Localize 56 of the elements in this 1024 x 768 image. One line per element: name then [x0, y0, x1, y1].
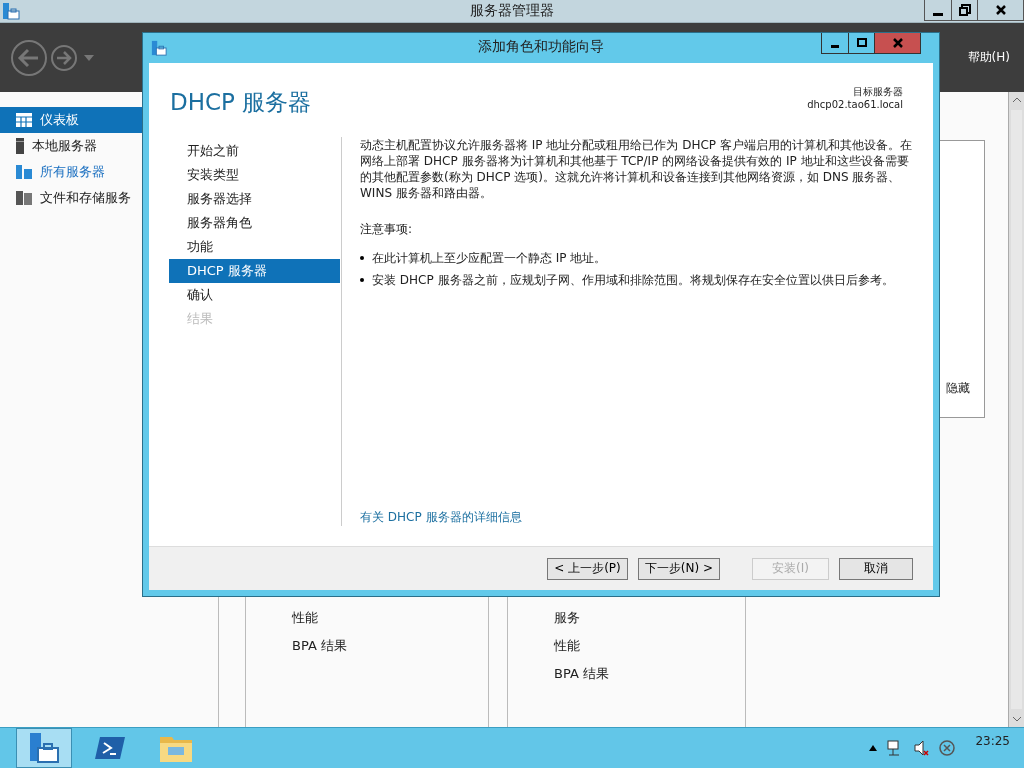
tile-item[interactable]: BPA 结果: [292, 637, 488, 655]
file-storage-icon: [16, 191, 32, 205]
minimize-icon: [933, 12, 943, 16]
hide-link[interactable]: 隐藏: [946, 380, 970, 397]
close-icon: [891, 38, 904, 48]
close-circle-icon[interactable]: [939, 740, 956, 756]
menu-item[interactable]: 帮助(H): [967, 49, 1010, 66]
forward-icon[interactable]: [50, 43, 78, 72]
more-info-link[interactable]: 有关 DHCP 服务器的详细信息: [360, 509, 915, 526]
target-server-label: 目标服务器: [853, 85, 903, 98]
taskbar-server-toolbox-icon[interactable]: [16, 728, 72, 768]
clock[interactable]: 23:25: [975, 734, 1010, 748]
tile-item[interactable]: 服务: [554, 609, 745, 627]
wizard-step[interactable]: 开始之前: [169, 139, 340, 163]
scroll-up-icon[interactable]: [1011, 96, 1022, 104]
close-icon: [994, 4, 1007, 16]
servers-icon: [16, 165, 32, 179]
scroll-down-icon[interactable]: [1011, 715, 1022, 723]
next-button[interactable]: 下一步(N) >: [637, 557, 720, 580]
note-text: 安装 DHCP 服务器之前，应规划子网、作用域和排除范围。将规划保存在安全位置以供日后参考。: [372, 272, 894, 288]
wizard-step[interactable]: DHCP 服务器: [169, 259, 340, 283]
speaker-icon[interactable]: [913, 740, 930, 756]
bullet-icon: [360, 278, 364, 282]
maximize-icon: [855, 38, 868, 48]
wizard-step[interactable]: 服务器角色: [169, 211, 340, 235]
tile-item[interactable]: 性能: [554, 637, 745, 655]
notes-heading: 注意事项:: [360, 221, 414, 238]
description-text: 动态主机配置协议允许服务器将 IP 地址分配或租用给已作为 DHCP 客户端启用的计算机和其他设备。在网络上部署 DHCP 服务器将为计算机和其他基于 TCP/IP 的网络设备提供有效的 IP 地址和这些设备需要的其他配置参数(称为 DHCP 选项)。这就允许将计算机和设备连接到其他网络资源，如 DNS 服务器、WINS 服务器和路由器。: [360, 137, 913, 201]
bullet-icon: [360, 256, 364, 260]
tile-item[interactable]: BPA 结果: [554, 665, 745, 683]
window-title: 服务器管理器: [469, 2, 555, 20]
wizard-step[interactable]: 安装类型: [169, 163, 340, 187]
cancel-button[interactable]: 取消: [839, 557, 913, 580]
wizard-step[interactable]: 功能: [169, 235, 340, 259]
note-text: 在此计算机上至少应配置一个静态 IP 地址。: [372, 250, 607, 266]
sidebar-item[interactable]: 仪表板: [0, 107, 142, 133]
sidebar-item[interactable]: 所有服务器: [0, 159, 142, 185]
wizard-step[interactable]: 确认: [169, 283, 340, 307]
restore-icon: [958, 4, 971, 16]
caret-icon[interactable]: [84, 54, 94, 61]
server-toolbox-icon: [151, 40, 167, 56]
target-server-name: dhcp02.tao61.local: [807, 98, 903, 111]
minimize-icon: [831, 45, 839, 48]
caret-up-icon[interactable]: [869, 745, 878, 751]
scrollbar[interactable]: [1008, 92, 1024, 727]
tile-item[interactable]: 性能: [292, 609, 488, 627]
dialog-title: 添加角色和功能向导: [477, 38, 605, 56]
page-heading: DHCP 服务器: [170, 88, 312, 117]
grid-icon: [16, 113, 32, 127]
server-icon: [16, 138, 24, 154]
back-icon[interactable]: [10, 38, 48, 77]
sidebar-item[interactable]: 文件和存储服务: [0, 185, 142, 211]
wizard-step[interactable]: 服务器选择: [169, 187, 340, 211]
server-toolbox-icon: [2, 2, 20, 20]
sidebar-item[interactable]: 本地服务器: [0, 133, 142, 159]
previous-button[interactable]: < 上一步(P): [547, 557, 628, 580]
